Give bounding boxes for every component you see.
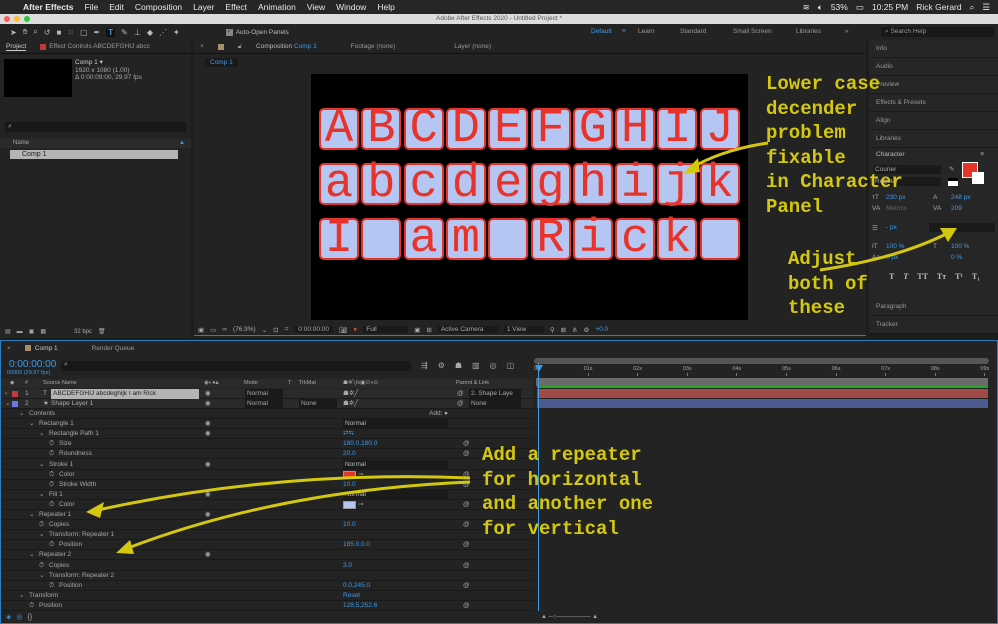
arrowhead-icon — [116, 540, 134, 554]
arrowhead-icon — [86, 502, 104, 518]
arrowhead-icon — [683, 158, 700, 174]
arrow-to-repeater-2 — [127, 480, 471, 550]
arrow-to-descender — [687, 141, 769, 172]
annotation-lowercase-descender: Lower case decender problem fixable in C… — [766, 73, 903, 218]
annotation-adjust-both: Adjust both of these — [788, 248, 868, 319]
annotation-add-repeater: Add a repeater for horizontal and anothe… — [482, 444, 654, 540]
